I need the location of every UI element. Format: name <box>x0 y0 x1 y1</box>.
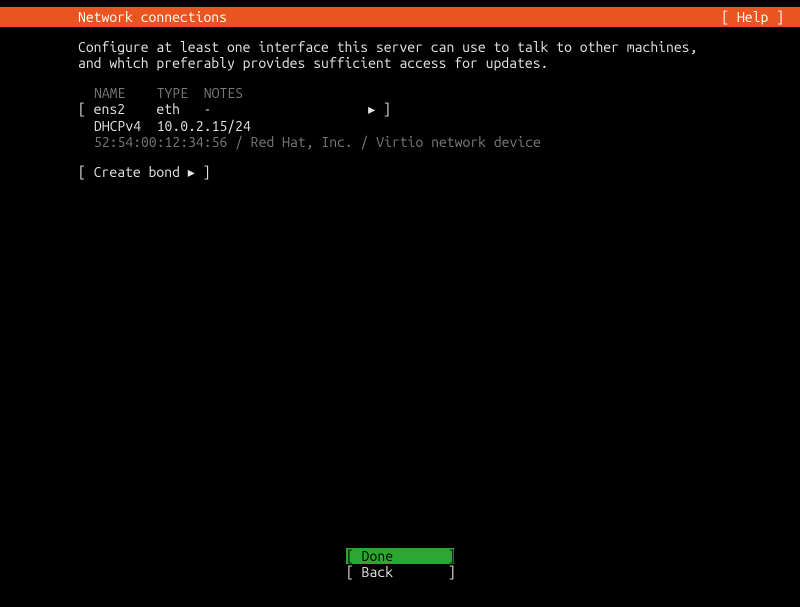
table-header: NAME TYPE NOTES <box>94 85 722 101</box>
footer-buttons: [ Done ] [ Back ] <box>0 548 800 580</box>
dhcp-info: DHCPv4 10.0.2.15/24 <box>94 118 722 134</box>
help-button[interactable]: [ Help ] <box>721 9 784 25</box>
header-bar: Network connections [ Help ] <box>0 7 800 27</box>
page-title: Network connections <box>78 9 227 25</box>
description-text: Configure at least one interface this se… <box>78 39 722 71</box>
main-content: Configure at least one interface this se… <box>0 27 800 181</box>
create-bond-button[interactable]: [ Create bond ▸ ] <box>78 164 722 181</box>
interface-row-ens2[interactable]: [ ens2 eth - ▸ ] <box>78 101 722 118</box>
mac-info: 52:54:00:12:34:56 / Red Hat, Inc. / Virt… <box>94 134 722 150</box>
done-button[interactable]: [ Done ] <box>346 548 454 564</box>
back-button[interactable]: [ Back ] <box>346 564 454 580</box>
